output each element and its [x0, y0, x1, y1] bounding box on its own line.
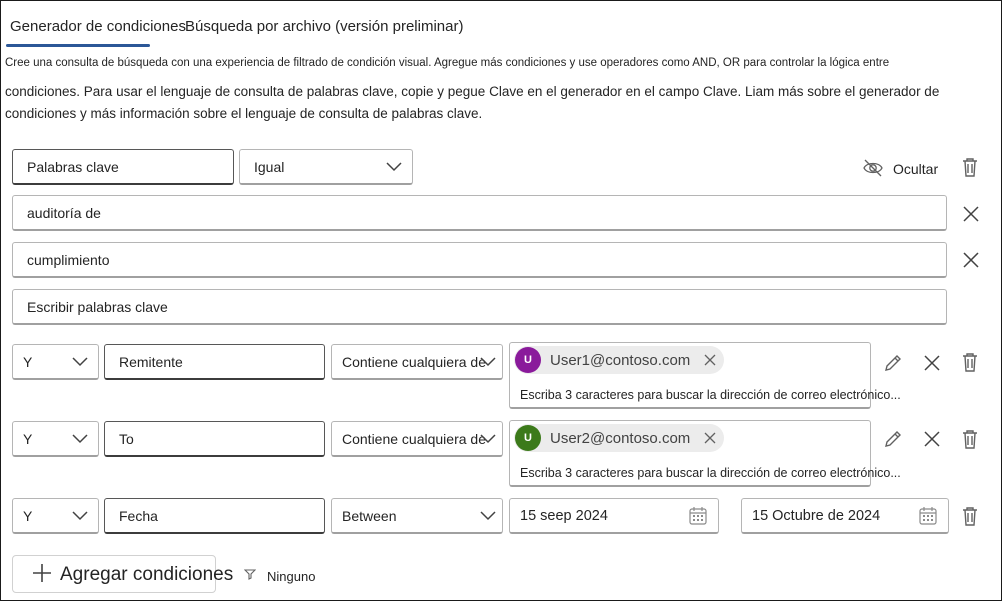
- start-date-value: 15 seep 2024: [520, 507, 608, 524]
- avatar: U: [515, 425, 541, 451]
- description-line-2: condiciones. Para usar el lenguaje de co…: [5, 84, 940, 121]
- chevron-down-icon: [480, 433, 496, 443]
- connector-label: Y: [23, 507, 33, 524]
- add-conditions-label: Agregar condiciones: [60, 564, 234, 585]
- clear-filter-icon[interactable]: [244, 568, 256, 580]
- calendar-icon[interactable]: [688, 506, 708, 526]
- connector-select[interactable]: Y: [12, 421, 99, 457]
- chevron-down-icon: [386, 161, 402, 171]
- close-icon[interactable]: [921, 428, 943, 450]
- condition-operator-select[interactable]: Contiene cualquiera de: [331, 344, 503, 380]
- sender-people-picker[interactable]: U User1@contoso.com Escriba 3 caracteres…: [509, 342, 901, 409]
- avatar: U: [515, 347, 541, 373]
- keyword-input-placeholder: Escribir palabras clave: [27, 298, 168, 315]
- none-label[interactable]: Ninguno: [267, 569, 315, 584]
- chevron-down-icon: [72, 510, 88, 520]
- keyword-input[interactable]: Escribir palabras clave: [12, 289, 947, 325]
- description-line-1: Cree una consulta de búsqueda con una ex…: [5, 57, 890, 69]
- connector-label: Y: [23, 353, 33, 370]
- condition-field-select[interactable]: To: [104, 421, 325, 457]
- keyword-value-text: auditoría de: [27, 204, 101, 221]
- user-chip[interactable]: U User2@contoso.com: [514, 424, 725, 452]
- condition-field-label: Fecha: [119, 507, 158, 524]
- picker-hint: Escriba 3 caracteres para buscar la dire…: [520, 388, 901, 402]
- close-icon[interactable]: [921, 352, 943, 374]
- delete-icon[interactable]: [959, 351, 981, 373]
- condition-operator-select[interactable]: Contiene cualquiera de: [331, 421, 503, 457]
- active-tab-indicator: [6, 44, 150, 47]
- calendar-icon[interactable]: [918, 506, 938, 526]
- hide-icon[interactable]: [862, 157, 884, 179]
- condition-operator-label: Contiene cualquiera de: [342, 430, 486, 447]
- close-icon[interactable]: [704, 432, 716, 444]
- tab-condition-builder[interactable]: Generador de condiciones: [10, 18, 186, 35]
- remove-keyword-icon[interactable]: [960, 203, 982, 225]
- edit-icon[interactable]: [882, 428, 904, 450]
- chevron-down-icon: [480, 356, 496, 366]
- end-date-picker[interactable]: 15 Octubre de 2024: [741, 498, 949, 534]
- user-chip-email: User1@contoso.com: [550, 351, 691, 369]
- user-chip[interactable]: U User1@contoso.com: [514, 346, 725, 374]
- condition-field-label: Remitente: [119, 353, 183, 370]
- keyword-value-field[interactable]: cumplimiento: [12, 242, 947, 278]
- keyword-value-field[interactable]: auditoría de: [12, 195, 947, 231]
- condition-field-label: To: [119, 430, 134, 447]
- connector-label: Y: [23, 430, 33, 447]
- chevron-down-icon: [480, 510, 496, 520]
- condition-operator-label: Contiene cualquiera de: [342, 353, 486, 370]
- keyword-operator-select[interactable]: Igual: [239, 149, 413, 185]
- hide-label[interactable]: Ocultar: [893, 161, 938, 177]
- keyword-field-label: Palabras clave: [27, 158, 119, 175]
- delete-icon[interactable]: [959, 156, 981, 178]
- end-date-value: 15 Octubre de 2024: [752, 507, 881, 524]
- connector-select[interactable]: Y: [12, 344, 99, 380]
- add-conditions-button[interactable]: Agregar condiciones: [12, 555, 233, 593]
- connector-select[interactable]: Y: [12, 498, 99, 534]
- delete-icon[interactable]: [959, 428, 981, 450]
- condition-operator-label: Between: [342, 507, 397, 524]
- picker-hint: Escriba 3 caracteres para buscar la dire…: [520, 466, 901, 480]
- chevron-down-icon: [72, 433, 88, 443]
- keyword-field-select[interactable]: Palabras clave: [12, 149, 234, 185]
- chevron-down-icon: [72, 356, 88, 366]
- condition-field-select[interactable]: Remitente: [104, 344, 325, 380]
- condition-field-select[interactable]: Fecha: [104, 498, 325, 534]
- remove-keyword-icon[interactable]: [960, 249, 982, 271]
- plus-icon: [33, 564, 51, 582]
- condition-operator-select[interactable]: Between: [331, 498, 503, 534]
- tab-search-by-file[interactable]: Búsqueda por archivo (versión preliminar…: [185, 18, 463, 35]
- recipient-people-picker[interactable]: U User2@contoso.com Escriba 3 caracteres…: [509, 420, 901, 487]
- user-chip-email: User2@contoso.com: [550, 429, 691, 447]
- close-icon[interactable]: [704, 354, 716, 366]
- start-date-picker[interactable]: 15 seep 2024: [509, 498, 719, 534]
- keyword-operator-label: Igual: [254, 158, 285, 175]
- delete-icon[interactable]: [959, 505, 981, 527]
- keyword-value-text: cumplimiento: [27, 251, 110, 268]
- edit-icon[interactable]: [882, 352, 904, 374]
